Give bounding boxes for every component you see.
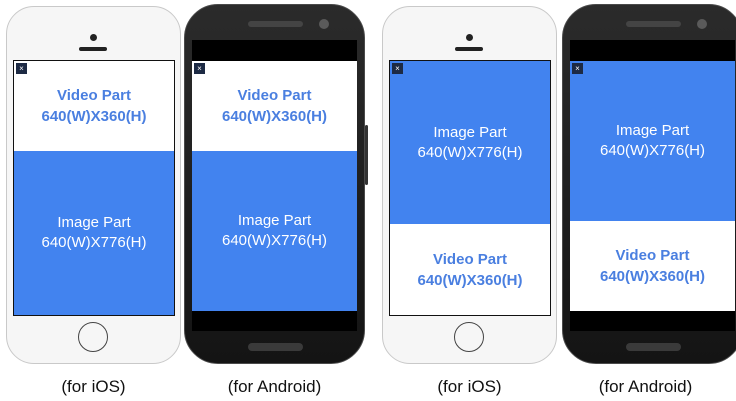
video-part: Video Part 640(W)X360(H) (192, 61, 357, 151)
caption-ios-2: (for iOS) (437, 377, 502, 396)
front-camera-icon (466, 34, 473, 41)
home-button (454, 322, 484, 352)
image-part-label: Image Part (433, 123, 507, 141)
close-icon[interactable]: × (194, 63, 205, 74)
side-button (365, 125, 368, 185)
ios-phone-mockup-2: Image Part 640(W)X776(H) Video Part 640(… (382, 6, 557, 364)
video-part: Video Part 640(W)X360(H) (570, 221, 735, 311)
video-part-label: Video Part (237, 87, 312, 104)
ad-layout: Video Part 640(W)X360(H) Image Part 640(… (192, 61, 357, 311)
front-camera-icon (90, 34, 97, 41)
image-part-label: Image Part (615, 122, 690, 139)
caption-android-2: (for Android) (598, 377, 693, 396)
front-camera-icon (697, 19, 707, 29)
ad-layout: Image Part 640(W)X776(H) Video Part 640(… (570, 61, 735, 311)
speaker-grille (248, 21, 303, 27)
video-part: Video Part 640(W)X360(H) (14, 61, 174, 151)
video-part: Video Part 640(W)X360(H) (390, 224, 550, 315)
home-button (248, 343, 303, 351)
speaker-grille (455, 47, 483, 51)
phone-screen: Video Part 640(W)X360(H) Image Part 640(… (13, 60, 175, 316)
phone-screen: Image Part 640(W)X776(H) Video Part 640(… (389, 60, 551, 316)
video-part-size: 640(W)X360(H) (41, 108, 147, 125)
image-part-label: Image Part (57, 214, 131, 231)
home-button (78, 322, 108, 352)
image-part-size: 640(W)X776(H) (599, 142, 706, 159)
ad-layout: Video Part 640(W)X360(H) Image Part 640(… (14, 61, 174, 315)
ad-layout: Image Part 640(W)X776(H) Video Part 640(… (390, 61, 550, 315)
image-part-size: 640(W)X776(H) (41, 234, 147, 251)
image-part-size: 640(W)X776(H) (417, 143, 523, 161)
video-part-size: 640(W)X360(H) (599, 268, 706, 285)
caption-android-1: (for Android) (227, 377, 322, 396)
video-part-label: Video Part (57, 87, 131, 104)
android-phone-mockup-2: Image Part 640(W)X776(H) Video Part 640(… (562, 4, 736, 364)
phone-screen: Image Part 640(W)X776(H) Video Part 640(… (570, 40, 735, 331)
close-icon[interactable]: × (392, 63, 403, 74)
video-part-label: Video Part (615, 247, 690, 264)
close-icon[interactable]: × (16, 63, 27, 74)
phone-screen: Video Part 640(W)X360(H) Image Part 640(… (192, 40, 357, 331)
caption-ios-1: (for iOS) (61, 377, 126, 396)
video-part-size: 640(W)X360(H) (417, 271, 523, 289)
image-part: Image Part 640(W)X776(H) (14, 151, 174, 315)
video-part-size: 640(W)X360(H) (221, 108, 328, 125)
image-part: Image Part 640(W)X776(H) (570, 61, 735, 221)
speaker-grille (79, 47, 107, 51)
home-button (626, 343, 681, 351)
image-part-label: Image Part (237, 212, 312, 229)
image-part: Image Part 640(W)X776(H) (390, 61, 550, 224)
image-part: Image Part 640(W)X776(H) (192, 151, 357, 311)
ios-phone-mockup-1: Video Part 640(W)X360(H) Image Part 640(… (6, 6, 181, 364)
speaker-grille (626, 21, 681, 27)
front-camera-icon (319, 19, 329, 29)
close-icon[interactable]: × (572, 63, 583, 74)
android-phone-mockup-1: Video Part 640(W)X360(H) Image Part 640(… (184, 4, 368, 364)
image-part-size: 640(W)X776(H) (221, 232, 328, 249)
video-part-label: Video Part (433, 250, 507, 268)
